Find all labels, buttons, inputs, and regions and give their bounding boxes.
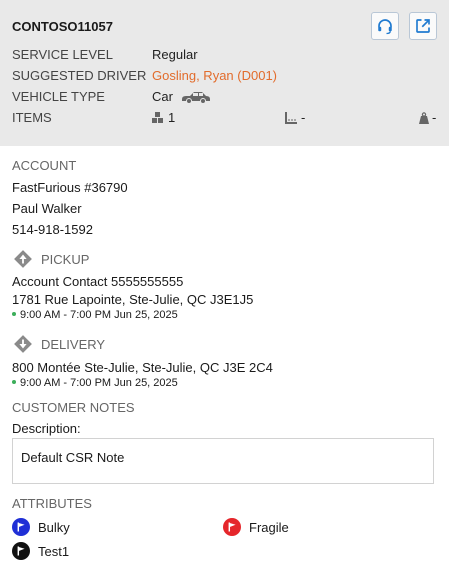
- dimension-icon: [285, 112, 297, 124]
- pickup-window: 9:00 AM - 7:00 PM Jun 25, 2025: [12, 309, 178, 321]
- items-label: ITEMS: [12, 110, 52, 125]
- attribute-fragile: Fragile: [249, 520, 289, 535]
- delivery-window-text: 9:00 AM - 7:00 PM Jun 25, 2025: [20, 377, 178, 389]
- items-dimension: -: [301, 110, 306, 125]
- open-external-button[interactable]: [409, 12, 437, 40]
- description-label: Description:: [12, 421, 81, 436]
- flag-icon: [12, 542, 30, 560]
- suggested-driver-value[interactable]: Gosling, Ryan (D001): [152, 68, 277, 83]
- account-phone: 514-918-1592: [12, 222, 93, 237]
- order-id: CONTOSO11057: [12, 19, 113, 34]
- time-dot-icon: [12, 312, 16, 317]
- customer-notes-title: CUSTOMER NOTES: [12, 400, 135, 415]
- service-level-value: Regular: [152, 47, 198, 62]
- pickup-window-text: 9:00 AM - 7:00 PM Jun 25, 2025: [20, 309, 178, 321]
- delivery-address: 800 Montée Ste-Julie, Ste-Julie, QC J3E …: [12, 360, 273, 375]
- attributes-title: ATTRIBUTES: [12, 496, 92, 511]
- notes-text: Default CSR Note: [21, 450, 125, 465]
- external-link-icon: [416, 19, 430, 33]
- vehicle-type-label: VEHICLE TYPE: [12, 89, 105, 104]
- flag-icon: [223, 518, 241, 536]
- delivery-window: 9:00 AM - 7:00 PM Jun 25, 2025: [12, 377, 178, 389]
- flag-icon: [12, 518, 30, 536]
- items-count: 1: [168, 110, 176, 125]
- account-contact: Paul Walker: [12, 201, 82, 216]
- delivery-arrow-icon: [14, 335, 32, 353]
- pickup-title: PICKUP: [41, 252, 90, 267]
- account-title: ACCOUNT: [12, 158, 77, 173]
- service-level-label: SERVICE LEVEL: [12, 47, 113, 62]
- pickup-address: 1781 Rue Lapointe, Ste-Julie, QC J3E1J5: [12, 292, 254, 307]
- items-weight: -: [432, 110, 437, 125]
- pickup-contact: Account Contact 5555555555: [12, 274, 184, 289]
- notes-box: Default CSR Note: [12, 438, 434, 484]
- suggested-driver-label: SUGGESTED DRIVER: [12, 68, 147, 83]
- weight-icon: [419, 112, 429, 124]
- account-name: FastFurious #36790: [12, 180, 128, 195]
- vehicle-type-value: Car: [152, 89, 173, 104]
- attribute-test1: Test1: [38, 544, 70, 559]
- headset-icon: [378, 19, 392, 35]
- pickup-arrow-icon: [14, 250, 32, 268]
- boxes-icon: [152, 112, 163, 123]
- attribute-bulky: Bulky: [38, 520, 70, 535]
- delivery-title: DELIVERY: [41, 337, 106, 352]
- headset-button[interactable]: [371, 12, 399, 40]
- time-dot-icon: [12, 380, 16, 385]
- order-header: CONTOSO11057 SERVICE LEVEL Regular SUGGE…: [0, 0, 449, 146]
- car-icon: [182, 92, 210, 104]
